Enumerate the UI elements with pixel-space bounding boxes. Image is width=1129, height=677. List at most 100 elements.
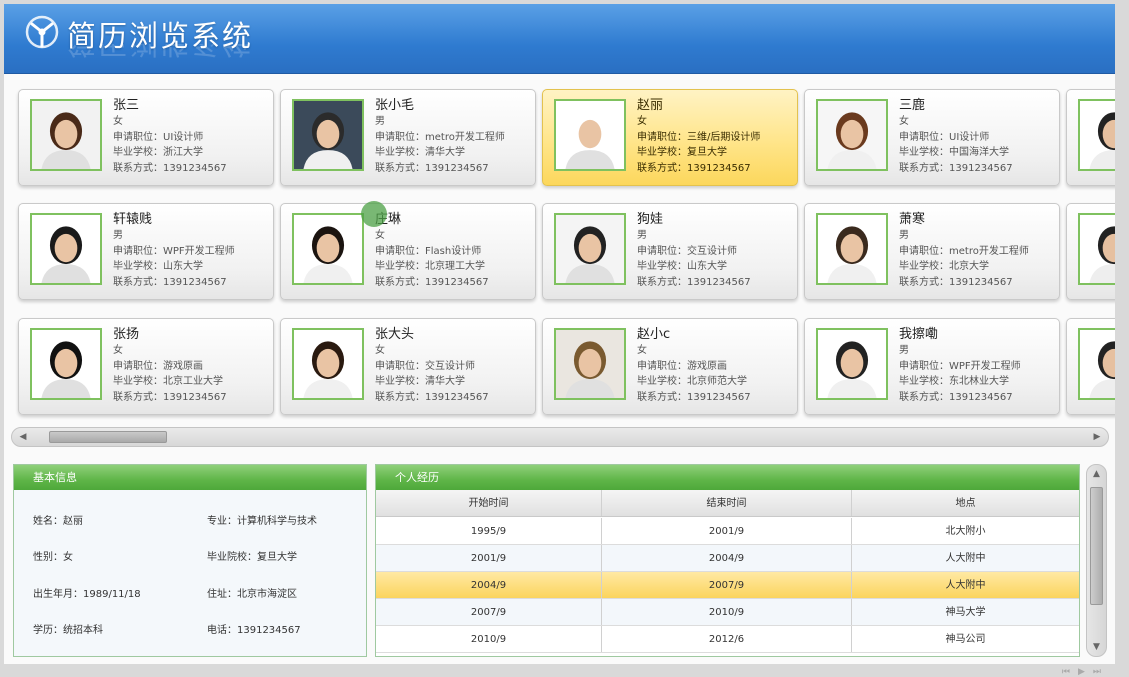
candidate-gender: 女 [113, 116, 123, 127]
resume-card[interactable]: 赵小c 女 申请职位：游戏原画 毕业学校：北京师范大学 联系方式：1391234… [542, 318, 798, 415]
candidate-position: 申请职位：Flash设计师 [375, 245, 482, 257]
candidate-school: 毕业学校：山东大学 [637, 261, 727, 272]
candidate-name: 赵丽 [637, 98, 664, 113]
person-photo-icon [1080, 215, 1115, 283]
person-photo-icon [556, 330, 624, 398]
cell-start-time: 2004/9 [376, 572, 602, 598]
scroll-down-icon[interactable]: ▼ [1087, 642, 1106, 652]
info-major: 专业：计算机科学与技术 [207, 516, 317, 527]
person-photo-icon [556, 215, 624, 283]
candidate-phone: 联系方式：1391234567 [637, 391, 751, 403]
touch-pointer-indicator [361, 201, 387, 227]
scroll-left-icon[interactable]: ◀ [16, 431, 30, 443]
scrollbar-thumb[interactable] [1090, 487, 1103, 605]
info-phone: 电话：1391234567 [207, 625, 301, 636]
vertical-scrollbar[interactable]: ▲ ▼ [1086, 464, 1107, 657]
person-photo-icon [818, 101, 886, 169]
table-row[interactable]: 2004/9 2007/9 人大附中 [376, 572, 1079, 599]
resume-card[interactable]: 狗娃 男 申请职位：交互设计师 毕业学校：山东大学 联系方式：139123456… [542, 203, 798, 300]
candidate-phone: 联系方式：1391234567 [113, 162, 227, 174]
candidate-position: 申请职位：WPF开发工程师 [113, 245, 235, 257]
resume-card[interactable]: 萧寒 男 申请职位：metro开发工程师 毕业学校：北京大学 联系方式：1391… [804, 203, 1060, 300]
table-row[interactable]: 1995/9 2001/9 北大附小 [376, 518, 1079, 545]
resume-card[interactable]: 轩辕贱 男 申请职位：WPF开发工程师 毕业学校：山东大学 联系方式：13912… [18, 203, 274, 300]
cell-end-time: 2010/9 [602, 599, 852, 625]
candidate-school: 毕业学校：复旦大学 [637, 147, 727, 158]
candidate-school: 毕业学校：清华大学 [375, 376, 465, 387]
app-logo-icon [25, 15, 59, 49]
resume-card-partial[interactable] [1066, 318, 1115, 415]
candidate-name: 萧寒 [899, 212, 926, 227]
app-title-reflection: 简历浏览系统 [67, 44, 253, 66]
candidate-school: 毕业学校：北京工业大学 [113, 376, 223, 387]
resume-card[interactable]: 张三 女 申请职位：UI设计师 毕业学校：浙江大学 联系方式：139123456… [18, 89, 274, 186]
candidate-phone: 联系方式：1391234567 [899, 162, 1013, 174]
candidate-name: 庄琳 [375, 212, 402, 227]
column-header-end[interactable]: 结束时间 [602, 490, 852, 516]
candidate-name: 张扬 [113, 327, 140, 342]
person-photo-icon [294, 101, 362, 169]
candidate-position: 申请职位：交互设计师 [637, 245, 737, 257]
candidate-name: 张大头 [375, 327, 415, 342]
scrollbar-thumb[interactable] [49, 431, 167, 443]
resume-card[interactable]: 庄琳 女 申请职位：Flash设计师 毕业学校：北京理工大学 联系方式：1391… [280, 203, 536, 300]
candidate-phone: 联系方式：1391234567 [637, 162, 751, 174]
candidate-position: 申请职位：游戏原画 [113, 360, 203, 372]
person-photo-icon [32, 101, 100, 169]
horizontal-scrollbar[interactable]: ◀ ▶ [11, 427, 1109, 447]
candidate-gender: 男 [899, 230, 909, 241]
person-photo-icon [294, 330, 362, 398]
avatar-photo [292, 99, 364, 171]
info-address: 住址：北京市海淀区 [207, 589, 297, 600]
history-title: 个人经历 [376, 465, 1079, 490]
cell-location: 人大附中 [945, 553, 986, 564]
avatar-photo [30, 213, 102, 285]
candidate-position: 申请职位：metro开发工程师 [375, 131, 505, 143]
resume-card[interactable]: 张扬 女 申请职位：游戏原画 毕业学校：北京工业大学 联系方式：13912345… [18, 318, 274, 415]
candidate-gender: 女 [375, 345, 385, 356]
resume-card[interactable]: 我擦嘞 男 申请职位：WPF开发工程师 毕业学校：东北林业大学 联系方式：139… [804, 318, 1060, 415]
candidate-position: 申请职位：metro开发工程师 [899, 245, 1029, 257]
resume-card[interactable]: 张大头 女 申请职位：交互设计师 毕业学校：清华大学 联系方式：13912345… [280, 318, 536, 415]
candidate-gender: 男 [113, 230, 123, 241]
candidate-school: 毕业学校：北京大学 [899, 261, 989, 272]
column-header-start[interactable]: 开始时间 [376, 490, 602, 516]
candidate-phone: 联系方式：1391234567 [113, 391, 227, 403]
scroll-right-icon[interactable]: ▶ [1090, 431, 1104, 443]
avatar-photo [1078, 99, 1115, 171]
column-header-location[interactable]: 地点 [852, 490, 1079, 516]
avatar-photo [554, 99, 626, 171]
scroll-up-icon[interactable]: ▲ [1087, 469, 1106, 479]
resume-card-partial[interactable] [1066, 203, 1115, 300]
candidate-position: 申请职位：交互设计师 [375, 360, 475, 372]
avatar-photo [554, 328, 626, 400]
person-photo-icon [818, 215, 886, 283]
avatar-photo [816, 99, 888, 171]
table-row[interactable]: 2001/9 2004/9 人大附中 [376, 545, 1079, 572]
resume-card[interactable]: 三鹿 女 申请职位：UI设计师 毕业学校：中国海洋大学 联系方式：1391234… [804, 89, 1060, 186]
info-gender: 性别：女 [33, 552, 73, 563]
candidate-phone: 联系方式：1391234567 [375, 276, 489, 288]
candidate-gender: 女 [375, 230, 385, 241]
table-row[interactable]: 2007/9 2010/9 神马大学 [376, 599, 1079, 626]
candidate-school: 毕业学校：清华大学 [375, 147, 465, 158]
table-row[interactable]: 2010/9 2012/6 神马公司 [376, 626, 1079, 653]
resume-card[interactable]: 赵丽 女 申请职位：三维/后期设计师 毕业学校：复旦大学 联系方式：139123… [542, 89, 798, 186]
resume-card-partial[interactable] [1066, 89, 1115, 186]
cell-start-time: 2007/9 [376, 599, 602, 625]
cell-start-time: 2001/9 [376, 545, 602, 571]
person-photo-icon [32, 215, 100, 283]
candidate-phone: 联系方式：1391234567 [375, 391, 489, 403]
cell-location: 神马公司 [945, 634, 986, 645]
history-grid-header: 开始时间 结束时间 地点 [376, 490, 1079, 517]
candidate-name: 轩辕贱 [113, 212, 153, 227]
basic-info-title: 基本信息 [14, 465, 366, 490]
info-birth: 出生年月：1989/11/18 [33, 589, 141, 600]
candidate-phone: 联系方式：1391234567 [899, 276, 1013, 288]
avatar-photo [1078, 213, 1115, 285]
resume-card[interactable]: 张小毛 男 申请职位：metro开发工程师 毕业学校：清华大学 联系方式：139… [280, 89, 536, 186]
avatar-photo [30, 328, 102, 400]
person-photo-icon [818, 330, 886, 398]
page-nav-icons[interactable]: ⏮▶⏭ [1062, 667, 1109, 677]
candidate-school: 毕业学校：北京师范大学 [637, 376, 747, 387]
